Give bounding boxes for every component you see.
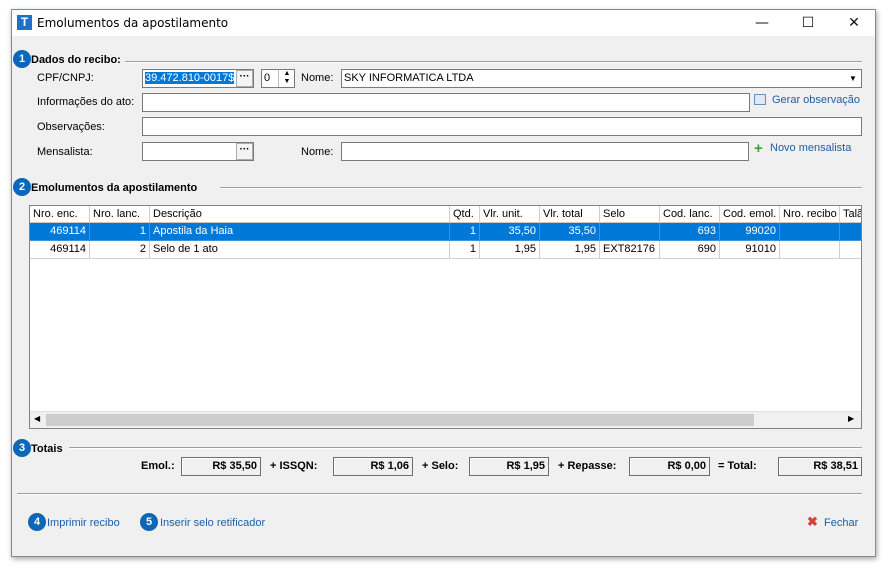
close-button[interactable]: ✕ [831,10,877,36]
observacoes-label: Observações: [37,121,105,133]
info-ato-label: Informações do ato: [37,96,135,108]
table-cell [600,223,660,241]
column-header[interactable]: Selo [600,206,660,223]
notes-icon[interactable] [754,94,766,105]
dialog-window: T Emolumentos da apostilamento — ☐ ✕ 1 D… [11,9,876,557]
section-recibo-title: Dados do recibo: [31,54,121,66]
scroll-right-icon[interactable]: ▶ [848,414,854,423]
table-cell: 693 [660,223,720,241]
minimize-button[interactable]: — [739,10,785,36]
app-icon: T [17,15,32,30]
fechar-button[interactable]: Fechar [824,517,858,529]
section-divider [69,447,862,449]
table-cell: 1,95 [480,241,540,259]
gerar-observacao-link[interactable]: Gerar observação [772,94,860,106]
repasse-label: + Repasse: [558,460,617,472]
scroll-thumb[interactable] [46,414,754,426]
observacoes-input[interactable] [142,117,862,136]
column-header[interactable]: Descrição [150,206,450,223]
table-cell [840,241,861,259]
issqn-label: + ISSQN: [270,460,318,472]
info-ato-input[interactable] [142,93,750,112]
cpf-search-button[interactable]: ··· [236,70,253,87]
issqn-value: R$ 1,06 [333,457,413,476]
section-3-badge: 3 [13,439,31,457]
imprimir-recibo-link[interactable]: Imprimir recibo [47,517,120,529]
nome-value: SKY INFORMATICA LTDA [344,72,474,84]
table-cell: 2 [90,241,150,259]
table-cell: 1 [90,223,150,241]
scroll-left-icon[interactable]: ◀ [34,414,40,423]
table-cell: 35,50 [540,223,600,241]
nome-label: Nome: [301,72,334,84]
table-cell: EXT82176 [600,241,660,259]
selo-label: + Selo: [422,460,459,472]
column-header[interactable]: Vlr. unit. [480,206,540,223]
section-divider [220,187,862,189]
emolumentos-table[interactable]: Nro. enc. Nro. lanc. Descrição Qtd. Vlr. uni… [29,205,862,429]
section-1-badge: 1 [13,50,31,68]
table-cell: Selo de 1 ato [150,241,450,259]
repasse-value: R$ 0,00 [629,457,710,476]
inserir-selo-link[interactable]: Inserir selo retificador [160,517,265,529]
table-cell: 35,50 [480,223,540,241]
mensalista-search-button[interactable]: ··· [236,143,253,160]
mensalista-label: Mensalista: [37,146,93,158]
total-label: = Total: [718,460,757,472]
table-cell: 1 [450,241,480,259]
close-x-icon[interactable]: ✖ [807,514,818,530]
spin-value: 0 [264,72,271,84]
chevron-down-icon[interactable]: ▼ [845,70,861,87]
selo-value: R$ 1,95 [469,457,549,476]
table-cell [780,223,840,241]
nome2-label: Nome: [301,146,334,158]
total-value: R$ 38,51 [778,457,862,476]
column-header[interactable]: Talã [840,206,861,223]
footer-divider [17,493,862,495]
spin-stepper[interactable]: ▲ ▼ [278,70,295,87]
emol-value: R$ 35,50 [181,457,261,476]
table-cell: 1,95 [540,241,600,259]
section-4-badge: 4 [28,513,46,531]
nome-select[interactable]: SKY INFORMATICA LTDA [341,69,862,88]
table-cell [780,241,840,259]
section-5-badge: 5 [140,513,158,531]
maximize-button[interactable]: ☐ [785,10,831,36]
column-header[interactable]: Cod. lanc. [660,206,720,223]
cpf-label: CPF/CNPJ: [37,72,94,84]
window-title: Emolumentos da apostilamento [37,16,229,30]
section-2-badge: 2 [13,178,31,196]
novo-mensalista-link[interactable]: Novo mensalista [770,142,851,154]
column-header[interactable]: Nro. enc. [30,206,90,223]
spin-down-icon[interactable]: ▼ [279,78,295,86]
table-cell: 690 [660,241,720,259]
plus-icon[interactable]: + [754,141,763,156]
table-cell [840,223,861,241]
table-cell: 99020 [720,223,780,241]
column-header[interactable]: Cod. emol. [720,206,780,223]
cpf-value: 39.472.810-0017$ [145,72,235,84]
column-header[interactable]: Nro. recibo [780,206,840,223]
horizontal-scrollbar[interactable]: ◀ ▶ [30,411,861,428]
section-divider [125,61,862,63]
table-cell: 469114 [30,223,90,241]
emol-label: Emol.: [141,460,175,472]
table-cell: 91010 [720,241,780,259]
table-cell: 1 [450,223,480,241]
column-header[interactable]: Qtd. [450,206,480,223]
nome2-input[interactable] [341,142,749,161]
table-cell: Apostila da Haia [150,223,450,241]
section-emolumentos-title: Emolumentos da apostilamento [31,182,198,194]
title-bar[interactable]: T Emolumentos da apostilamento — ☐ ✕ [12,10,875,36]
column-header[interactable]: Vlr. total [540,206,600,223]
section-totais-title: Totais [31,443,63,455]
column-header[interactable]: Nro. lanc. [90,206,150,223]
spin-up-icon[interactable]: ▲ [279,70,295,78]
table-cell: 469114 [30,241,90,259]
